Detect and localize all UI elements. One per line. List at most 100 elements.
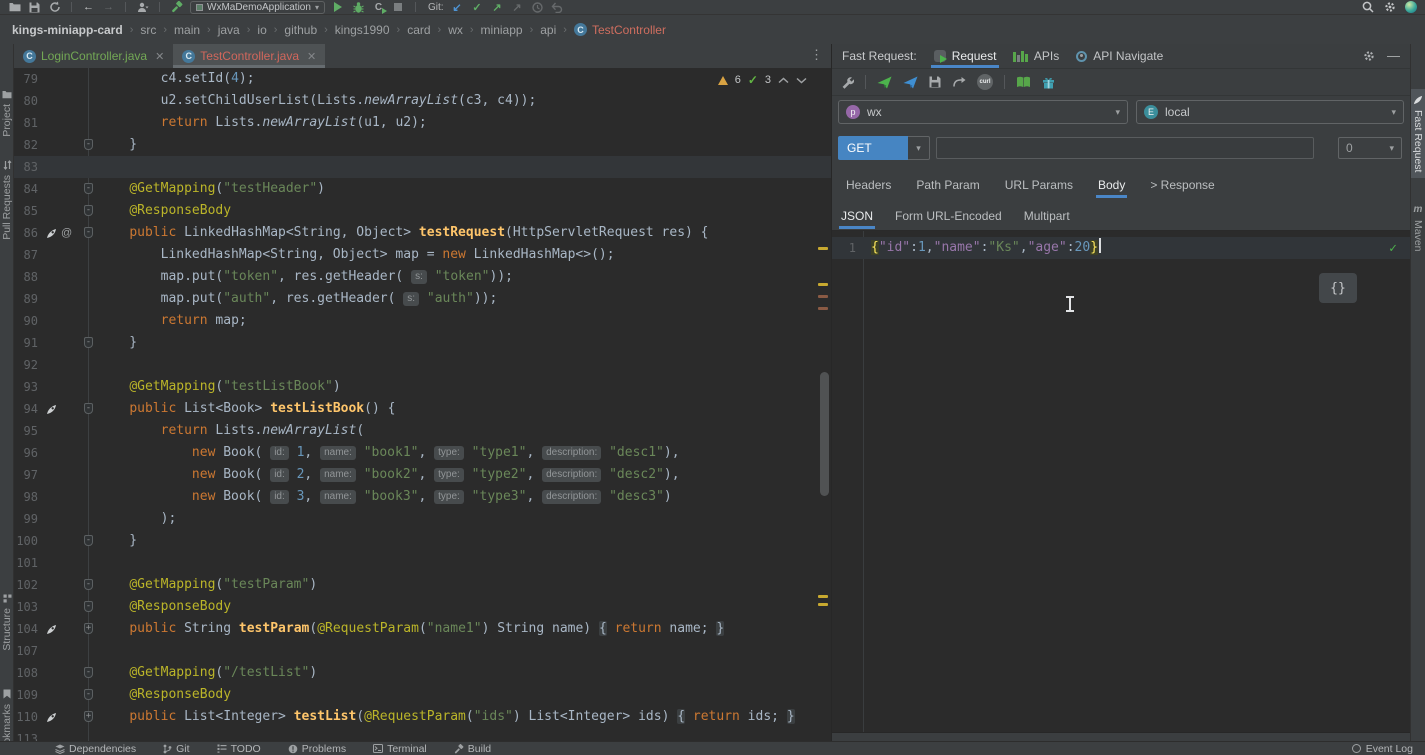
change-marker[interactable] xyxy=(818,307,828,310)
rtab-path-param[interactable]: Path Param xyxy=(916,170,979,200)
fold-marker[interactable]: - xyxy=(84,139,93,150)
code-line[interactable]: 97 new Book( id: 2, name: "book2", type:… xyxy=(14,464,831,486)
code-line[interactable]: 85- @ResponseBody xyxy=(14,200,831,222)
rtab-url-params[interactable]: URL Params xyxy=(1005,170,1073,200)
fold-marker[interactable]: - xyxy=(84,601,93,612)
code-line[interactable]: 101 xyxy=(14,552,831,574)
code-line[interactable]: 94- public List<Book> testListBook() { xyxy=(14,398,831,420)
fold-marker[interactable]: - xyxy=(84,403,93,414)
breadcrumb-item[interactable]: api xyxy=(540,23,556,37)
statusbar-item-problems[interactable]: Problems xyxy=(288,743,346,755)
json-body-text[interactable]: {"id":1,"name":"Ks","age":20} xyxy=(871,237,1101,259)
prev-warning-chevron-icon[interactable] xyxy=(778,77,789,84)
fold-marker[interactable]: - xyxy=(84,579,93,590)
btab-json[interactable]: JSON xyxy=(841,202,873,230)
git-push-icon[interactable]: ↗ xyxy=(491,1,504,14)
breadcrumb-item[interactable]: kings-miniapp-card xyxy=(12,23,123,37)
breadcrumb-item[interactable]: src xyxy=(140,23,156,37)
code-line[interactable]: 113 xyxy=(14,728,831,741)
breadcrumb-item[interactable]: miniapp xyxy=(481,23,523,37)
code-line[interactable]: 86@- public LinkedHashMap<String, Object… xyxy=(14,222,831,244)
hide-panel-icon[interactable]: — xyxy=(1387,51,1400,61)
count-select[interactable]: 0 ▾ xyxy=(1338,137,1402,159)
method-select-arrow[interactable]: ▾ xyxy=(908,136,930,160)
gift-icon[interactable] xyxy=(1042,76,1055,89)
json-body-editor[interactable]: 1 {"id":1,"name":"Ks","age":20} ✓ {} xyxy=(832,230,1410,733)
btab-form-url-encoded[interactable]: Form URL-Encoded xyxy=(895,202,1002,230)
code-line[interactable]: 103- @ResponseBody xyxy=(14,596,831,618)
breadcrumb-item[interactable]: wx xyxy=(448,23,463,37)
tab-request[interactable]: Request xyxy=(934,44,997,68)
format-json-button[interactable]: {} xyxy=(1319,273,1357,303)
code-line[interactable]: 88 map.put("token", res.getHeader( s: "t… xyxy=(14,266,831,288)
sync-icon[interactable] xyxy=(48,1,61,14)
curl-icon[interactable]: curl xyxy=(977,74,993,90)
statusbar-item-todo[interactable]: TODO xyxy=(217,743,261,755)
code-line[interactable]: 80 u2.setChildUserList(Lists.newArrayLis… xyxy=(14,90,831,112)
run-icon[interactable] xyxy=(332,1,345,14)
statusbar-item-git-branch[interactable]: Git xyxy=(163,743,189,755)
code-line[interactable]: 87 LinkedHashMap<String, Object> map = n… xyxy=(14,244,831,266)
breadcrumb-item[interactable]: main xyxy=(174,23,200,37)
environment-select[interactable]: E local ▾ xyxy=(1136,100,1404,124)
statusbar-item-dependencies[interactable]: Dependencies xyxy=(55,743,136,755)
sidebar-item-fast-request[interactable]: Fast Request xyxy=(1411,89,1425,178)
inspections-widget[interactable]: 6 ✓ 3 xyxy=(718,73,807,87)
code-line[interactable]: 95 return Lists.newArrayList( xyxy=(14,420,831,442)
stop-icon[interactable] xyxy=(392,1,405,14)
fold-marker[interactable]: - xyxy=(84,183,93,194)
run-configuration-select[interactable]: WxMaDemoApplication ▾ xyxy=(190,1,325,14)
breadcrumb-item[interactable]: io xyxy=(257,23,266,37)
run-api-rocket-icon[interactable] xyxy=(46,624,57,635)
git-update-icon[interactable]: ↙ xyxy=(451,1,464,14)
fold-marker[interactable]: - xyxy=(84,205,93,216)
fold-marker[interactable]: - xyxy=(84,227,93,238)
run-api-rocket-icon[interactable] xyxy=(46,712,57,723)
code-line[interactable]: 91- } xyxy=(14,332,831,354)
git-commit-icon[interactable]: ✓ xyxy=(471,1,484,14)
fold-marker[interactable]: - xyxy=(84,337,93,348)
code-line[interactable]: 110+ public List<Integer> testList(@Requ… xyxy=(14,706,831,728)
tab-api-navigate[interactable]: API Navigate xyxy=(1076,44,1163,68)
rtab-body[interactable]: Body xyxy=(1098,170,1125,200)
code-line[interactable]: 92 xyxy=(14,354,831,376)
code-line[interactable]: 107 xyxy=(14,640,831,662)
tab-testcontroller[interactable]: C TestController.java ✕ xyxy=(173,44,325,68)
code-line[interactable]: 79 c4.setId(4); xyxy=(14,68,831,90)
sidebar-item-maven[interactable]: m Maven xyxy=(1411,204,1425,252)
forward-icon[interactable]: → xyxy=(102,1,115,14)
send-request-icon[interactable] xyxy=(877,76,892,89)
tab-logincontroller[interactable]: C LoginController.java ✕ xyxy=(14,44,173,68)
code-line[interactable]: 108- @GetMapping("/testList") xyxy=(14,662,831,684)
save-icon[interactable] xyxy=(28,1,41,14)
coverage-icon[interactable]: C xyxy=(372,1,385,14)
fold-marker[interactable]: - xyxy=(84,689,93,700)
build-icon[interactable] xyxy=(170,1,183,14)
code-line[interactable]: 96 new Book( id: 1, name: "book1", type:… xyxy=(14,442,831,464)
close-icon[interactable]: ✕ xyxy=(155,50,164,63)
annotation-at-icon[interactable]: @ xyxy=(61,222,72,244)
rtab-response[interactable]: > Response xyxy=(1150,170,1214,200)
settings-icon[interactable] xyxy=(1383,1,1396,14)
code-line[interactable]: 82- } xyxy=(14,134,831,156)
send-and-download-icon[interactable] xyxy=(903,76,918,89)
fold-marker[interactable]: + xyxy=(84,711,93,722)
sidebar-item-structure[interactable]: Structure xyxy=(0,594,14,651)
tab-apis[interactable]: APIs xyxy=(1013,44,1059,68)
code-line[interactable]: 90 return map; xyxy=(14,310,831,332)
editor-scrollbar[interactable] xyxy=(820,372,829,496)
code-line[interactable]: 84- @GetMapping("testHeader") xyxy=(14,178,831,200)
change-marker[interactable] xyxy=(818,595,828,598)
code-line[interactable]: 89 map.put("auth", res.getHeader( s: "au… xyxy=(14,288,831,310)
sidebar-item-pull-requests[interactable]: Pull Requests xyxy=(0,160,14,240)
project-select[interactable]: p wx ▾ xyxy=(838,100,1128,124)
code-line[interactable]: 109- @ResponseBody xyxy=(14,684,831,706)
tab-options-kebab-icon[interactable]: ⋮ xyxy=(810,47,823,63)
search-icon[interactable] xyxy=(1361,1,1374,14)
breadcrumb-item[interactable]: github xyxy=(284,23,317,37)
debug-icon[interactable] xyxy=(352,1,365,14)
back-icon[interactable]: ← xyxy=(82,1,95,14)
statusbar-item-terminal[interactable]: Terminal xyxy=(373,743,427,755)
rtab-headers[interactable]: Headers xyxy=(846,170,891,200)
statusbar-item-build-hammer[interactable]: Build xyxy=(454,743,491,755)
